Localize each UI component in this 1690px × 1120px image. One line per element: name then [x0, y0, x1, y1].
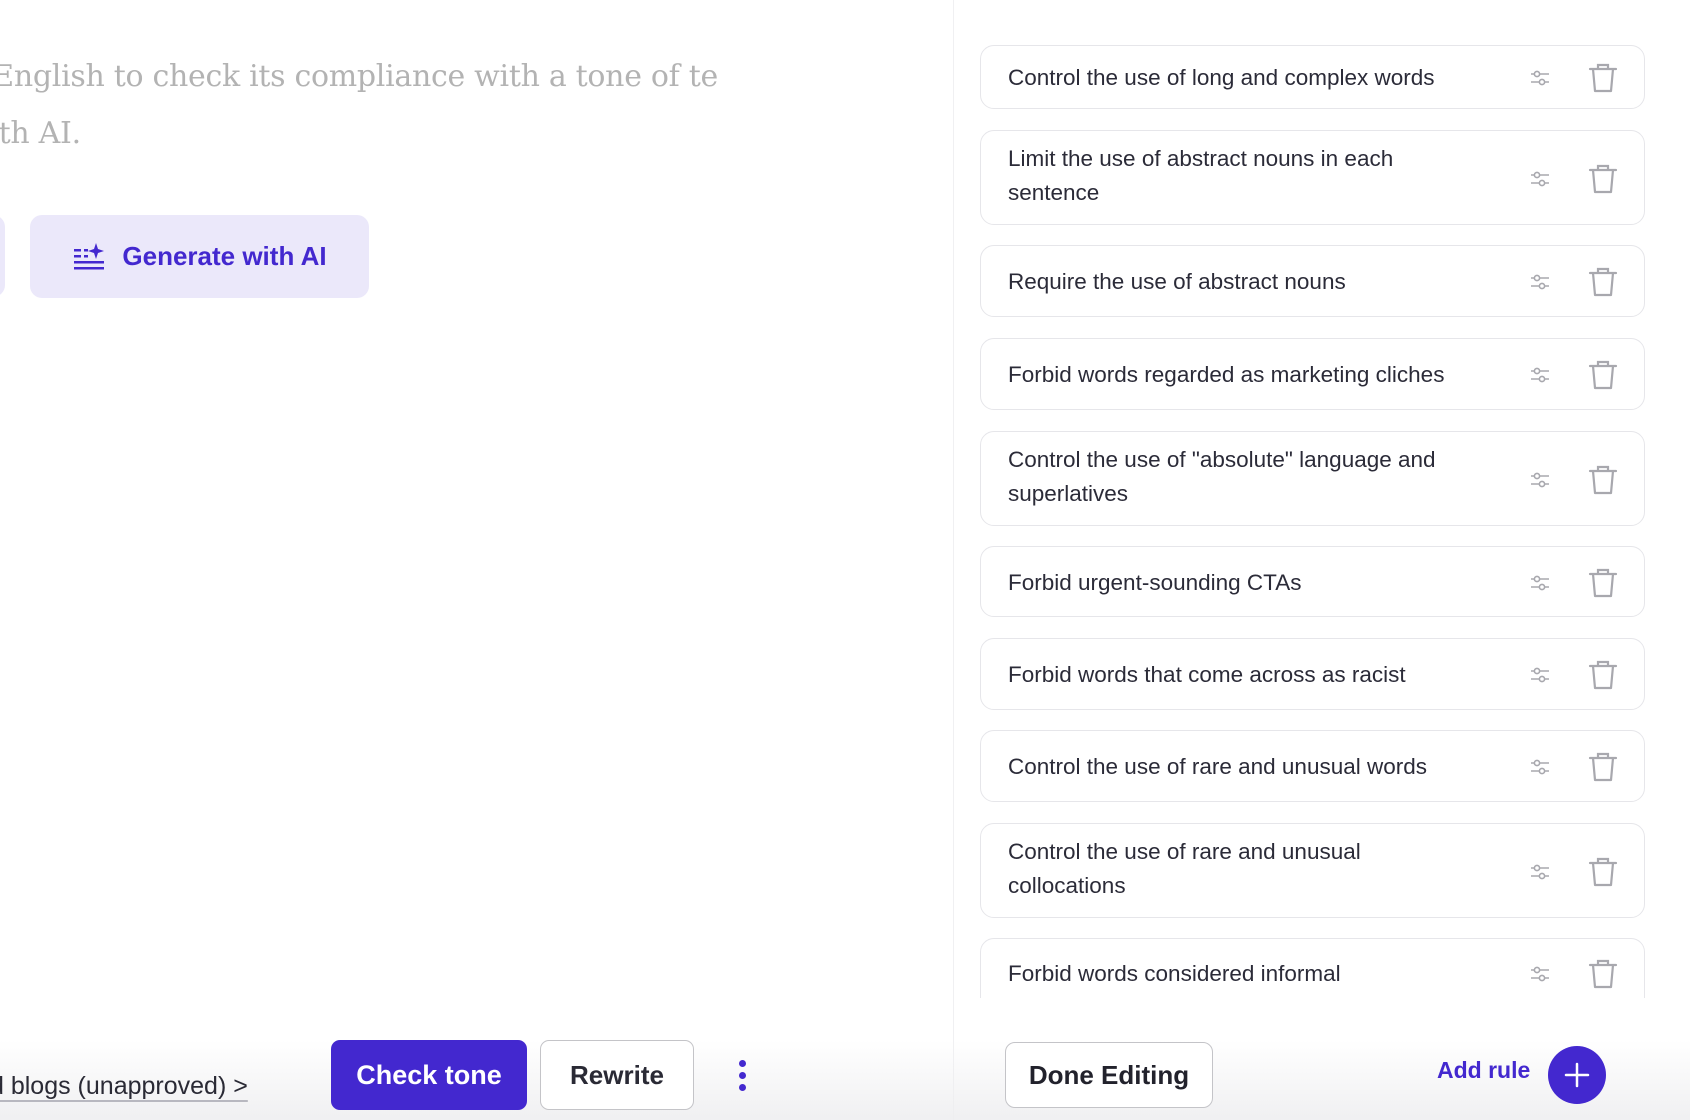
rule-card[interactable]: Forbid words considered informal — [980, 938, 1645, 998]
settings-sliders-icon[interactable] — [1529, 67, 1551, 89]
rule-card[interactable]: Forbid urgent-sounding CTAs — [980, 546, 1645, 617]
panel-divider — [953, 0, 954, 1120]
trash-icon[interactable] — [1588, 751, 1618, 783]
trash-icon[interactable] — [1588, 567, 1618, 599]
settings-sliders-icon[interactable] — [1529, 168, 1551, 190]
rule-card[interactable]: Control the use of rare and unusual coll… — [980, 823, 1645, 918]
trash-icon[interactable] — [1588, 958, 1618, 990]
rule-label: Limit the use of abstract nouns in each … — [1008, 146, 1394, 205]
editor-intro-text: n English to check its compliance with a… — [0, 59, 718, 151]
trash-icon[interactable] — [1588, 62, 1618, 94]
done-editing-button[interactable]: Done Editing — [1005, 1042, 1213, 1108]
trash-icon[interactable] — [1588, 464, 1618, 496]
rule-label: Forbid words regarded as marketing clich… — [1008, 362, 1445, 387]
editor-panel: n English to check its compliance with a… — [0, 0, 953, 1120]
settings-sliders-icon[interactable] — [1529, 572, 1551, 594]
rule-label: Control the use of rare and unusual word… — [1008, 754, 1427, 779]
rule-card[interactable]: Limit the use of abstract nouns in each … — [980, 130, 1645, 225]
rule-label: Control the use of rare and unusual coll… — [1008, 839, 1361, 898]
trash-icon[interactable] — [1588, 359, 1618, 391]
secondary-action-button[interactable] — [0, 215, 5, 297]
rule-label: Control the use of long and complex word… — [1008, 65, 1435, 90]
settings-sliders-icon[interactable] — [1529, 963, 1551, 985]
trash-icon[interactable] — [1588, 266, 1618, 298]
trash-icon[interactable] — [1588, 856, 1618, 888]
generate-with-ai-label: Generate with AI — [122, 241, 327, 271]
settings-sliders-icon[interactable] — [1529, 756, 1551, 778]
rule-label: Forbid words that come across as racist — [1008, 662, 1406, 687]
rule-label: Require the use of abstract nouns — [1008, 269, 1346, 294]
settings-sliders-icon[interactable] — [1529, 861, 1551, 883]
trash-icon[interactable] — [1588, 163, 1618, 195]
rule-card[interactable]: Control the use of long and complex word… — [980, 45, 1645, 109]
rule-label: Forbid urgent-sounding CTAs — [1008, 569, 1302, 595]
rule-card[interactable]: Forbid words regarded as marketing clich… — [980, 338, 1645, 410]
ai-sparkle-list-icon — [74, 242, 105, 269]
rule-label: Forbid words considered informal — [1008, 961, 1341, 986]
plus-icon — [1564, 1062, 1590, 1088]
rules-list[interactable]: Control the use of long and complex word… — [980, 0, 1645, 998]
settings-sliders-icon[interactable] — [1529, 271, 1551, 293]
rule-card[interactable]: Control the use of rare and unusual word… — [980, 730, 1645, 802]
rewrite-button[interactable]: Rewrite — [540, 1040, 694, 1110]
settings-sliders-icon[interactable] — [1529, 664, 1551, 686]
rule-card[interactable]: Control the use of "absolute" language a… — [980, 431, 1645, 526]
check-tone-button[interactable]: Check tone — [331, 1040, 527, 1110]
breadcrumb-link[interactable]: d blogs (unapproved) > — [0, 1072, 248, 1101]
add-rule-link[interactable]: Add rule — [1437, 1057, 1530, 1084]
add-rule-button[interactable] — [1548, 1046, 1606, 1104]
generate-with-ai-button[interactable]: Generate with AI — [30, 215, 369, 298]
settings-sliders-icon[interactable] — [1529, 364, 1551, 386]
trash-icon[interactable] — [1588, 659, 1618, 691]
rule-card[interactable]: Forbid words that come across as racist — [980, 638, 1645, 710]
more-options-icon[interactable] — [728, 1055, 756, 1095]
rule-label: Control the use of "absolute" language a… — [1008, 447, 1436, 506]
rule-card[interactable]: Require the use of abstract nouns — [980, 245, 1645, 317]
settings-sliders-icon[interactable] — [1529, 469, 1551, 491]
